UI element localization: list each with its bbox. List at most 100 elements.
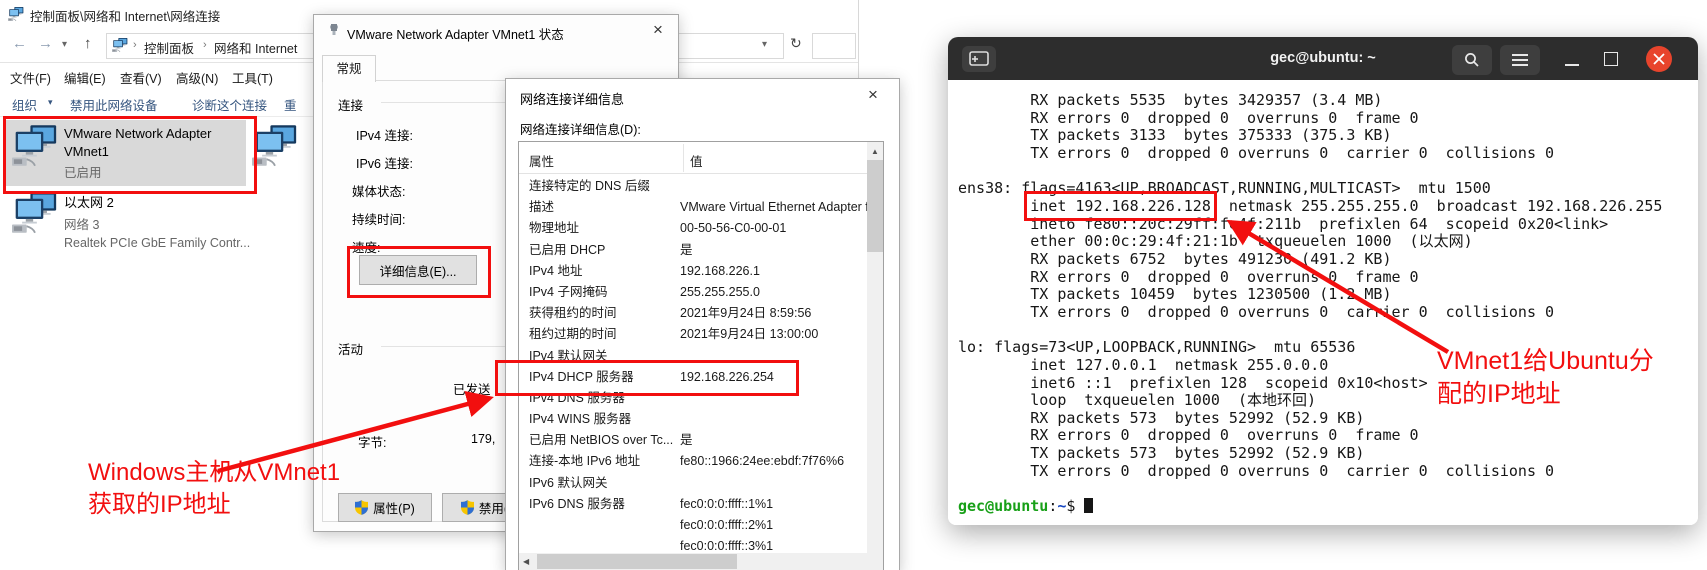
menu-edit[interactable]: 编辑(E) [64,68,106,87]
highlight-box-vmnet1-item [3,116,257,194]
menu-advanced[interactable]: 高级(N) [176,68,218,87]
value-cell: fe80::1966:24ee:ebdf:7f76%6 [680,451,844,472]
terminal-line [958,322,1698,340]
close-icon[interactable]: × [868,88,878,102]
table-row[interactable]: 连接-本地 IPv6 地址fe80::1966:24ee:ebdf:7f76%6 [519,451,867,472]
value-cell: 255.255.255.0 [680,282,760,303]
property-cell: 租约过期的时间 [519,324,680,345]
horizontal-scrollbar[interactable]: ◀ [519,553,867,570]
breadcrumb-root[interactable]: 控制面板 [144,38,194,57]
search-button[interactable] [1452,45,1492,75]
terminal-line: RX packets 5535 bytes 3429357 (3.4 MB) [958,92,1698,110]
duration-label: 持续时间: [352,209,405,228]
disable-device-button[interactable]: 禁用此网络设备 [70,95,158,114]
value-cell: 192.168.226.1 [680,261,760,282]
details-list[interactable]: 属性 值 连接特定的 DNS 后缀描述VMware Virtual Ethern… [518,141,884,570]
column-header-value[interactable]: 值 [690,151,703,170]
table-row[interactable]: IPv4 子网掩码255.255.255.0 [519,282,867,303]
terminal-line [958,480,1698,498]
partial-adapter-icon[interactable] [252,124,298,168]
media-state-label: 媒体状态: [352,181,405,200]
scroll-up-icon[interactable]: ▲ [867,142,883,156]
properties-button[interactable]: 属性(P) [338,493,432,522]
uac-shield-icon [461,500,474,515]
minimize-button[interactable] [1565,64,1579,66]
organize-chevron-icon[interactable]: ▾ [48,97,53,108]
uac-shield-icon [355,500,368,515]
terminal-line-inet: inet 192.168.226.128 netmask 255.255.255… [958,198,1698,216]
table-row[interactable]: IPv4 WINS 服务器 [519,409,867,430]
property-cell: IPv4 WINS 服务器 [519,409,680,430]
terminal-output[interactable]: RX packets 5535 bytes 3429357 (3.4 MB) R… [948,80,1698,525]
history-chevron-icon[interactable]: ▾ [62,39,67,50]
forward-icon[interactable]: → [38,35,53,52]
refresh-icon[interactable]: ↻ [790,35,802,52]
property-cell: 连接特定的 DNS 后缀 [519,176,680,197]
menu-button[interactable] [1500,45,1540,75]
value-cell: VMware Virtual Ethernet Adapter for [680,197,867,218]
terminal-line: TX packets 573 bytes 52992 (52.9 KB) [958,445,1698,463]
table-row[interactable]: 租约过期的时间2021年9月24日 13:00:00 [519,324,867,345]
search-input[interactable] [812,33,856,59]
table-row[interactable]: fec0:0:0:ffff::2%1 [519,515,867,536]
terminal-line: TX errors 0 dropped 0 overruns 0 carrier… [958,463,1698,481]
table-row[interactable]: 已启用 DHCP是 [519,240,867,261]
close-button[interactable] [1646,46,1672,72]
breadcrumb-section[interactable]: 网络和 Internet [214,38,297,57]
close-icon [1653,53,1665,65]
menu-tools[interactable]: 工具(T) [232,68,273,87]
annotation-windows-host: Windows主机从VMnet1 [88,452,340,487]
terminal-line: RX errors 0 dropped 0 overruns 0 frame 0 [958,110,1698,128]
window-icon [8,6,24,22]
organize-button[interactable]: 组织 [12,95,37,114]
terminal-prompt[interactable]: gec@ubuntu:~$ [958,498,1698,516]
table-row[interactable]: 物理地址00-50-56-C0-00-01 [519,218,867,239]
terminal-line: TX errors 0 dropped 0 overruns 0 carrier… [958,304,1698,322]
value-cell: 是 [680,240,693,261]
property-cell: 已启用 NetBIOS over Tc... [519,430,680,451]
vertical-scrollbar[interactable]: ▲ [867,142,883,570]
scrollbar-thumb[interactable] [537,554,737,569]
menu-view[interactable]: 查看(V) [120,68,162,87]
table-row[interactable]: 获得租约的时间2021年9月24日 8:59:56 [519,303,867,324]
up-icon[interactable]: ↑ [84,35,92,52]
terminal-line: ether 00:0c:29:4f:21:1b txqueuelen 1000 … [958,233,1698,251]
table-row[interactable]: IPv4 地址192.168.226.1 [519,261,867,282]
ipv6-connectivity-label: IPv6 连接: [356,153,413,172]
table-row[interactable]: 已启用 NetBIOS over Tc...是 [519,430,867,451]
scroll-left-icon[interactable]: ◀ [523,557,529,566]
value-cell: 2021年9月24日 8:59:56 [680,303,811,324]
column-header-property[interactable]: 属性 [529,151,554,170]
table-row[interactable]: IPv6 DNS 服务器fec0:0:0:ffff::1%1 [519,494,867,515]
table-row[interactable]: IPv6 默认网关 [519,473,867,494]
menu-file[interactable]: 文件(F) [10,68,51,87]
breadcrumb-location-icon [112,37,128,53]
terminal-line: TX errors 0 dropped 0 overruns 0 carrier… [958,145,1698,163]
search-icon [1464,52,1480,68]
value-cell: 00-50-56-C0-00-01 [680,218,786,239]
dialog-title: VMware Network Adapter VMnet1 状态 [347,24,564,43]
bytes-label: 字节: [358,432,386,451]
table-row[interactable]: 连接特定的 DNS 后缀 [519,176,867,197]
maximize-button[interactable] [1604,52,1618,66]
property-cell: 已启用 DHCP [519,240,680,261]
table-row[interactable]: 描述VMware Virtual Ethernet Adapter for [519,197,867,218]
diagnose-button[interactable]: 诊断这个连接 [192,95,267,114]
close-icon[interactable]: × [653,23,663,37]
window-title: 控制面板\网络和 Internet\网络连接 [30,6,220,25]
connection-details-dialog: 网络连接详细信息 × 网络连接详细信息(D): 属性 值 连接特定的 DNS 后… [505,78,900,570]
list-item[interactable]: 以太网 2 网络 3 Realtek PCIe GbE Family Contr… [64,192,250,250]
properties-button-label: 属性(P) [373,498,415,517]
bytes-value: 179, [471,432,495,446]
header-divider [683,144,684,172]
connection-section-label: 连接 [338,95,363,114]
scrollbar-thumb[interactable] [867,160,883,252]
tab-general[interactable]: 常规 [322,55,376,82]
back-icon[interactable]: ← [12,35,27,52]
terminal-line: loop txqueuelen 1000 (本地环回) [958,392,1698,410]
terminal-title: gec@ubuntu: ~ [948,50,1698,66]
ethernet2-adapter-icon[interactable] [12,191,58,235]
rename-button-partial[interactable]: 重 [284,95,297,114]
terminal-titlebar[interactable]: gec@ubuntu: ~ [948,37,1698,80]
address-dropdown-icon[interactable]: ▾ [762,39,767,50]
